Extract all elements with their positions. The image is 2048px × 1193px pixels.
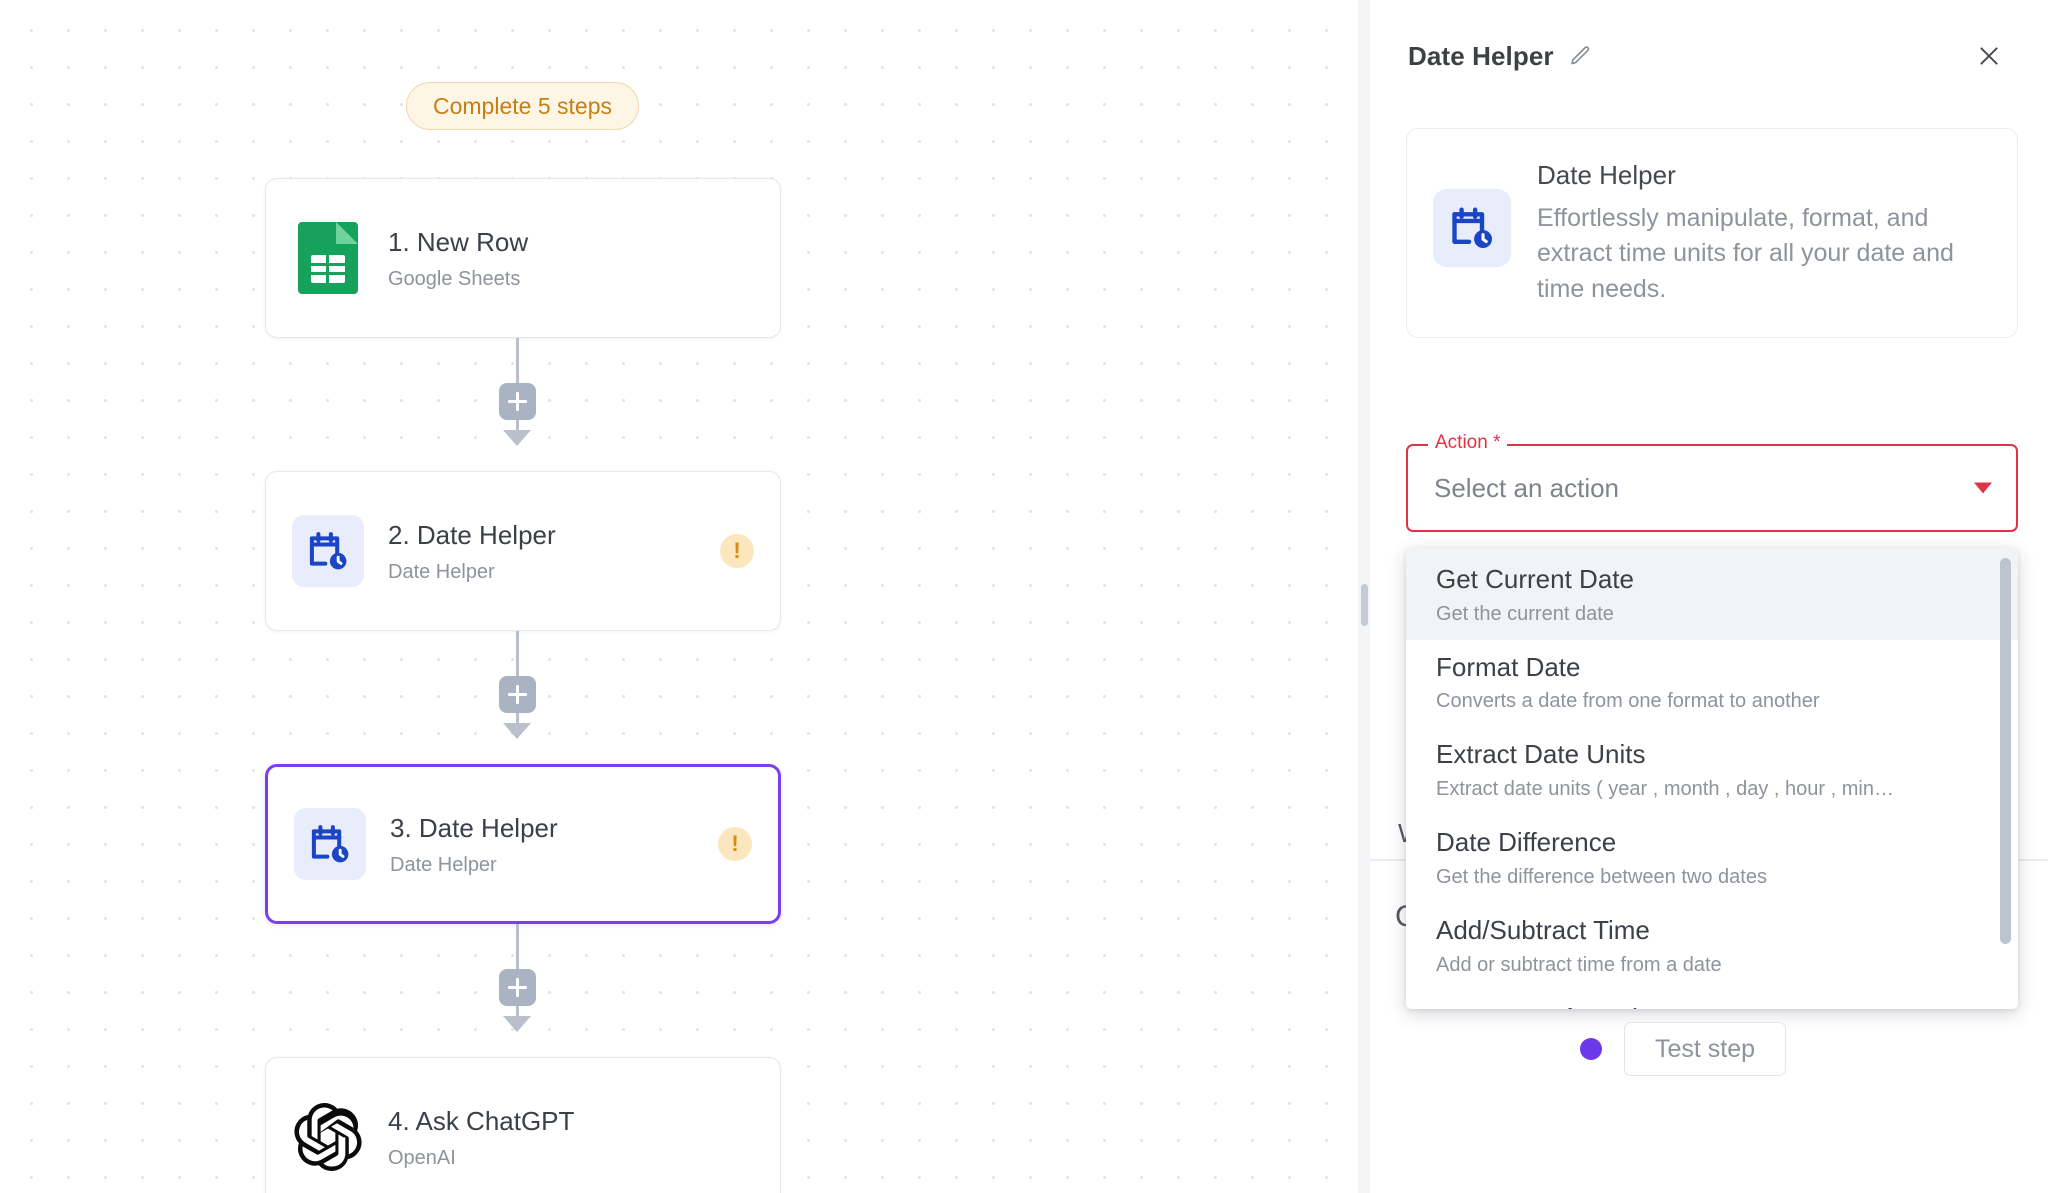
dropdown-option-extract-date-units[interactable]: Extract Date Units Extract date units ( … [1406, 727, 2018, 815]
dropdown-option-description: Get the current date [1436, 602, 1614, 625]
page-title: Date Helper [1408, 40, 1554, 71]
google-sheets-icon [292, 222, 364, 294]
action-select[interactable]: Select an action Action * [1406, 432, 2018, 532]
panel-header: Date Helper [1370, 0, 2048, 112]
flow-node-title: 2. Date Helper [388, 520, 556, 551]
action-dropdown-menu[interactable]: Get Current Date Get the current date Fo… [1406, 548, 2018, 1009]
flow-node-title: 4. Ask ChatGPT [388, 1106, 575, 1137]
flow-arrowhead-2 [503, 723, 531, 739]
date-helper-icon [294, 808, 366, 880]
dropdown-option-label: Format Date [1436, 651, 1581, 682]
calendar-clock-icon [1433, 189, 1511, 267]
complete-steps-label: Complete 5 steps [433, 92, 612, 119]
flow-node-3[interactable]: 3. Date Helper Date Helper ! [265, 764, 781, 924]
flow-node-subtitle: Google Sheets [388, 267, 521, 290]
dropdown-option-get-current-date[interactable]: Get Current Date Get the current date [1406, 548, 2018, 640]
status-badge [1580, 1038, 1602, 1060]
chevron-down-icon[interactable] [1974, 482, 1992, 494]
dropdown-option-description: Extract date units ( year , month , day … [1436, 778, 1894, 801]
test-step-button[interactable]: Test step [1624, 1022, 1787, 1076]
complete-steps-badge: Complete 5 steps [406, 82, 639, 130]
warning-icon[interactable]: ! [718, 827, 752, 861]
date-helper-icon [292, 515, 364, 587]
flow-arrowhead-1 [503, 430, 531, 446]
add-step-button-2[interactable] [499, 676, 536, 713]
dropdown-option-format-date[interactable]: Format Date Converts a date from one for… [1406, 640, 2018, 728]
dropdown-option-description: Add or subtract time from a date [1436, 953, 1722, 976]
app-card-description: Effortlessly manipulate, format, and ext… [1537, 203, 1954, 303]
dropdown-option-date-difference[interactable]: Date Difference Get the difference betwe… [1406, 815, 2018, 903]
openai-icon [292, 1101, 364, 1173]
flow-node-1[interactable]: 1. New Row Google Sheets [265, 178, 781, 338]
flow-canvas[interactable]: Complete 5 steps 1. New Row Google Sheet… [0, 0, 1358, 1193]
app-card-name: Date Helper [1537, 160, 1676, 190]
dropdown-option-description: Converts a date from one format to anoth… [1436, 690, 1820, 713]
dropdown-option-label: Date Difference [1436, 827, 1617, 858]
dropdown-option-label: Get Current Date [1436, 564, 1634, 594]
dropdown-scrollbar[interactable] [2000, 558, 2011, 944]
dropdown-option-label: Add/Subtract Time [1436, 914, 1650, 945]
warning-icon[interactable]: ! [720, 534, 754, 568]
flow-node-4[interactable]: 4. Ask ChatGPT OpenAI [265, 1057, 781, 1193]
close-icon[interactable] [1968, 35, 2010, 77]
dropdown-option-description: Get the difference between two dates [1436, 865, 1767, 888]
add-step-button-1[interactable] [499, 383, 536, 420]
action-select-legend: Action * [1428, 432, 1508, 454]
panel-resize-handle[interactable] [1361, 584, 1368, 626]
flow-node-subtitle: OpenAI [388, 1146, 456, 1169]
pencil-icon[interactable] [1568, 44, 1592, 68]
add-step-button-3[interactable] [499, 969, 536, 1006]
panel-footer: Test step [1580, 1022, 1787, 1076]
flow-node-title: 1. New Row [388, 227, 529, 258]
dropdown-option-add-subtract-time[interactable]: Add/Subtract Time Add or subtract time f… [1406, 903, 2018, 991]
dropdown-option-label: Next Day of Week [1436, 1003, 1988, 1009]
dropdown-option-next-day-of-week[interactable]: Next Day of Week [1406, 991, 2018, 1009]
flow-arrowhead-3 [503, 1016, 531, 1032]
flow-node-2[interactable]: 2. Date Helper Date Helper ! [265, 471, 781, 631]
flow-node-subtitle: Date Helper [390, 853, 497, 876]
app-info-card: Date Helper Effortlessly manipulate, for… [1406, 128, 2018, 339]
action-select-value: Select an action [1434, 472, 1620, 503]
flow-node-subtitle: Date Helper [388, 560, 495, 583]
dropdown-option-label: Extract Date Units [1436, 739, 1646, 770]
flow-node-title: 3. Date Helper [390, 813, 558, 844]
